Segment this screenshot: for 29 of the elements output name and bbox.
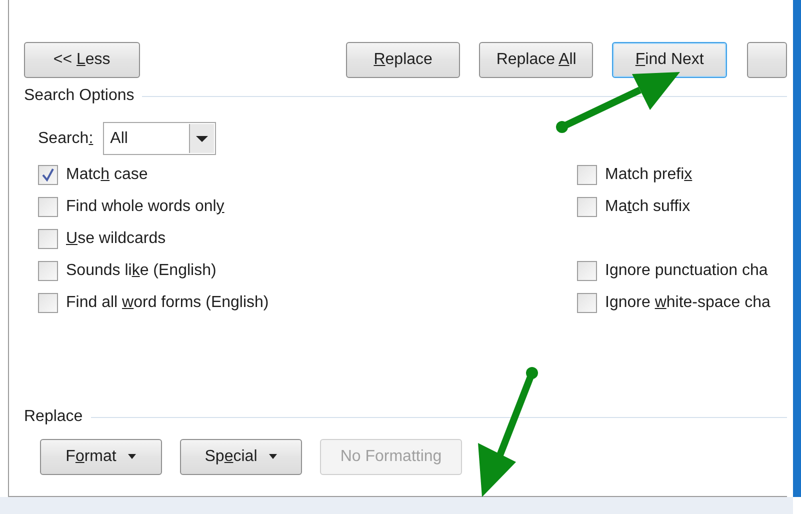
partial-button[interactable] xyxy=(747,42,787,78)
dialog-button[interactable]: Find Next xyxy=(612,42,727,78)
checkbox[interactable] xyxy=(38,261,58,281)
dialog-button[interactable]: Replace xyxy=(346,42,460,78)
option-label: Find whole words only xyxy=(66,197,224,217)
checkbox[interactable] xyxy=(38,197,58,217)
group-title: Search Options xyxy=(24,86,134,106)
option-label: Find all word forms (English) xyxy=(66,293,269,313)
option-label: Ignore punctuation cha xyxy=(605,261,768,281)
checkbox[interactable] xyxy=(577,293,597,313)
option-label: Match suffix xyxy=(605,197,690,217)
option-label: Match prefix xyxy=(605,165,692,185)
checkbox[interactable] xyxy=(577,197,597,217)
checkbox[interactable] xyxy=(38,229,58,249)
search-label: Search: xyxy=(38,128,94,148)
dialog-button[interactable]: Special xyxy=(180,439,302,475)
dialog-button[interactable]: << Less xyxy=(24,42,140,78)
option-label: Sounds like (English) xyxy=(66,261,216,281)
checkbox[interactable] xyxy=(38,165,58,185)
search-dropdown[interactable]: All xyxy=(103,122,216,155)
checkbox[interactable] xyxy=(577,165,597,185)
checkbox[interactable] xyxy=(577,261,597,281)
option-label: Use wildcards xyxy=(66,229,166,249)
group-title: Replace xyxy=(24,407,83,427)
option-label: Match case xyxy=(66,165,148,185)
dialog-button[interactable]: Replace All xyxy=(479,42,594,78)
option-label: Ignore white-space cha xyxy=(605,293,770,313)
dialog-button[interactable]: Format xyxy=(40,439,162,475)
checkbox[interactable] xyxy=(38,293,58,313)
